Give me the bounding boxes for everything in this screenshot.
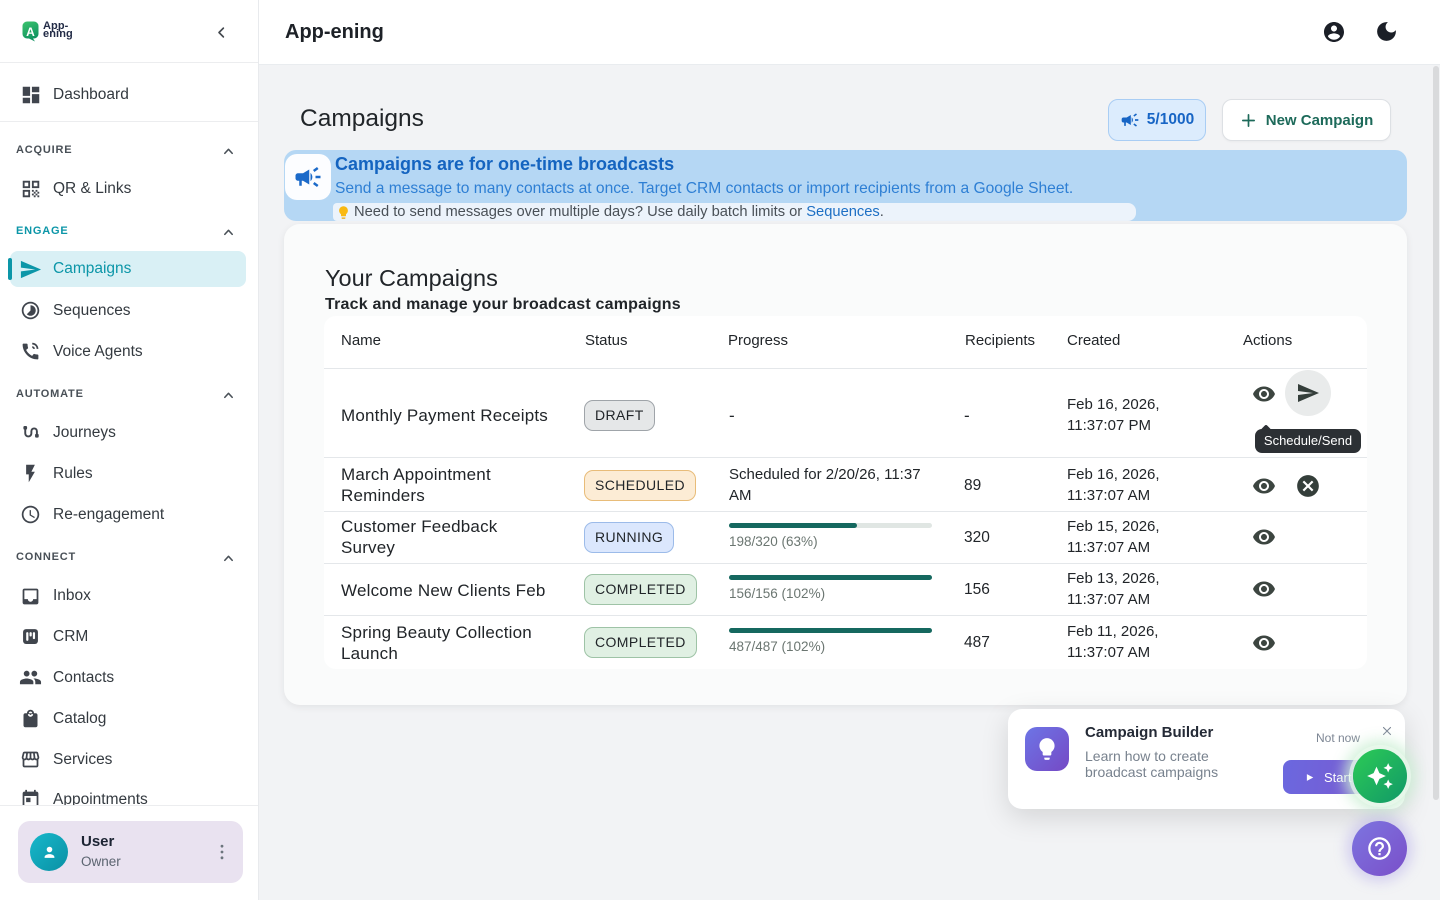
svg-text:A: A: [26, 25, 35, 39]
